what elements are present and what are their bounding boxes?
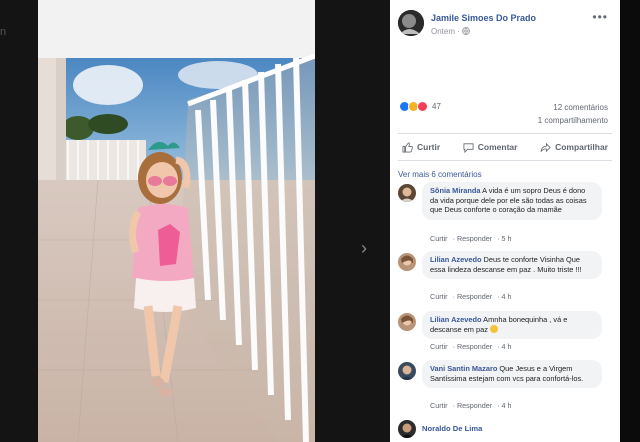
comment-bubble: Vani Santin Mazaro Que Jesus e a Virgem … bbox=[422, 360, 602, 389]
post-sidebar: Jamile Simoes Do Prado Ontem · ••• 47 12… bbox=[390, 0, 620, 442]
comment-icon bbox=[463, 142, 474, 153]
post-header: Jamile Simoes Do Prado Ontem · ••• bbox=[390, 0, 620, 56]
love-icon bbox=[417, 101, 428, 112]
post-meta: Ontem · bbox=[431, 27, 470, 36]
commenter-avatar[interactable] bbox=[398, 184, 416, 202]
comment-time: 4 h bbox=[501, 342, 512, 351]
next-photo-chevron-icon[interactable]: › bbox=[361, 238, 367, 259]
comment-bubble: Lilian Azevedo Deus te conforte Visinha … bbox=[422, 251, 602, 280]
comment-time: 4 h bbox=[501, 401, 512, 410]
comment-reply-link[interactable]: Responder bbox=[457, 401, 492, 410]
globe-icon bbox=[462, 27, 470, 36]
shares-count-link[interactable]: 1 compartilhamento bbox=[538, 116, 608, 125]
comment-like-link[interactable]: Curtir bbox=[430, 234, 448, 243]
like-button-label: Curtir bbox=[417, 142, 441, 152]
comment-actions: Curtir · Responder · 5 h bbox=[430, 234, 512, 243]
comment-like-link[interactable]: Curtir bbox=[430, 342, 448, 351]
cut-off-text: n bbox=[0, 26, 7, 38]
like-button[interactable]: Curtir bbox=[402, 142, 440, 153]
share-icon bbox=[540, 142, 551, 152]
thumbs-up-icon bbox=[402, 142, 413, 152]
post-time[interactable]: Ontem bbox=[431, 27, 455, 36]
comment-author[interactable]: Lilian Azevedo bbox=[430, 315, 481, 324]
share-button[interactable]: Compartilhar bbox=[540, 142, 608, 153]
crying-emoji-icon bbox=[490, 324, 498, 333]
comment-time: 5 h bbox=[501, 234, 512, 243]
photo-viewer: n › Jamile Simoes Do Prado Ontem · ••• 4… bbox=[0, 0, 640, 442]
reaction-count: 47 bbox=[432, 102, 441, 111]
page-scrollbar-area bbox=[620, 0, 640, 442]
comment-author[interactable]: Noraldo De Lima bbox=[422, 424, 482, 433]
share-button-label: Compartilhar bbox=[555, 142, 608, 152]
comment-bubble: Lilian Azevedo Amnha bonequinha , vá e d… bbox=[422, 311, 602, 340]
comment-reply-link[interactable]: Responder bbox=[457, 292, 492, 301]
comment-actions: Curtir · Responder · 4 h bbox=[430, 292, 512, 301]
comment-button-label: Comentar bbox=[477, 142, 518, 152]
reactions-summary[interactable]: 47 bbox=[399, 101, 441, 112]
comment-author[interactable]: Vani Santin Mazaro bbox=[430, 364, 497, 373]
comment-time: 4 h bbox=[501, 292, 512, 301]
photo-image bbox=[38, 0, 315, 442]
post-photo[interactable] bbox=[38, 0, 315, 442]
comment-button[interactable]: Comentar bbox=[463, 142, 518, 153]
post-action-bar: Curtir Comentar Compartilhar bbox=[398, 133, 612, 161]
comment-reply-link[interactable]: Responder bbox=[457, 234, 492, 243]
comment-actions: Curtir · Responder · 4 h bbox=[430, 401, 512, 410]
comment-author[interactable]: Sônia Miranda bbox=[430, 186, 481, 195]
more-options-icon[interactable]: ••• bbox=[592, 10, 608, 24]
comment-author[interactable]: Lilian Azevedo bbox=[430, 255, 481, 264]
comment-reply-link[interactable]: Responder bbox=[457, 342, 492, 351]
comments-count-link[interactable]: 12 comentários bbox=[553, 103, 608, 112]
commenter-avatar[interactable] bbox=[398, 362, 416, 380]
author-avatar[interactable] bbox=[398, 10, 424, 36]
author-name[interactable]: Jamile Simoes Do Prado bbox=[431, 13, 536, 23]
commenter-avatar[interactable] bbox=[398, 420, 416, 438]
comment-like-link[interactable]: Curtir bbox=[430, 292, 448, 301]
reaction-stats: 47 12 comentários 1 compartilhamento bbox=[390, 99, 620, 129]
comment-bubble: Sônia Miranda A vida é um sopro Deus é d… bbox=[422, 182, 602, 220]
comment-actions: Curtir · Responder · 4 h bbox=[430, 342, 512, 351]
commenter-avatar[interactable] bbox=[398, 253, 416, 271]
view-more-comments-link[interactable]: Ver mais 6 comentários bbox=[398, 170, 482, 179]
commenter-avatar[interactable] bbox=[398, 313, 416, 331]
comment-like-link[interactable]: Curtir bbox=[430, 401, 448, 410]
